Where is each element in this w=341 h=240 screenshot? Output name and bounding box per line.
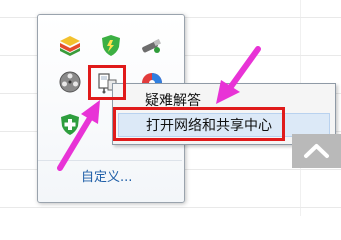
bluestacks-icon[interactable] [58, 33, 82, 57]
film-reel-icon[interactable] [58, 70, 82, 94]
security-shield-icon[interactable] [99, 33, 123, 57]
shield-cross-icon[interactable] [58, 112, 82, 136]
highlight-box-menu-item [113, 107, 285, 141]
customize-link[interactable]: 自定义... [81, 166, 132, 185]
usb-drive-icon[interactable] [139, 34, 163, 58]
expand-button[interactable] [292, 134, 341, 168]
tray-divider [38, 160, 182, 161]
chevron-up-icon [304, 144, 329, 158]
highlight-box-network-icon [88, 65, 126, 100]
